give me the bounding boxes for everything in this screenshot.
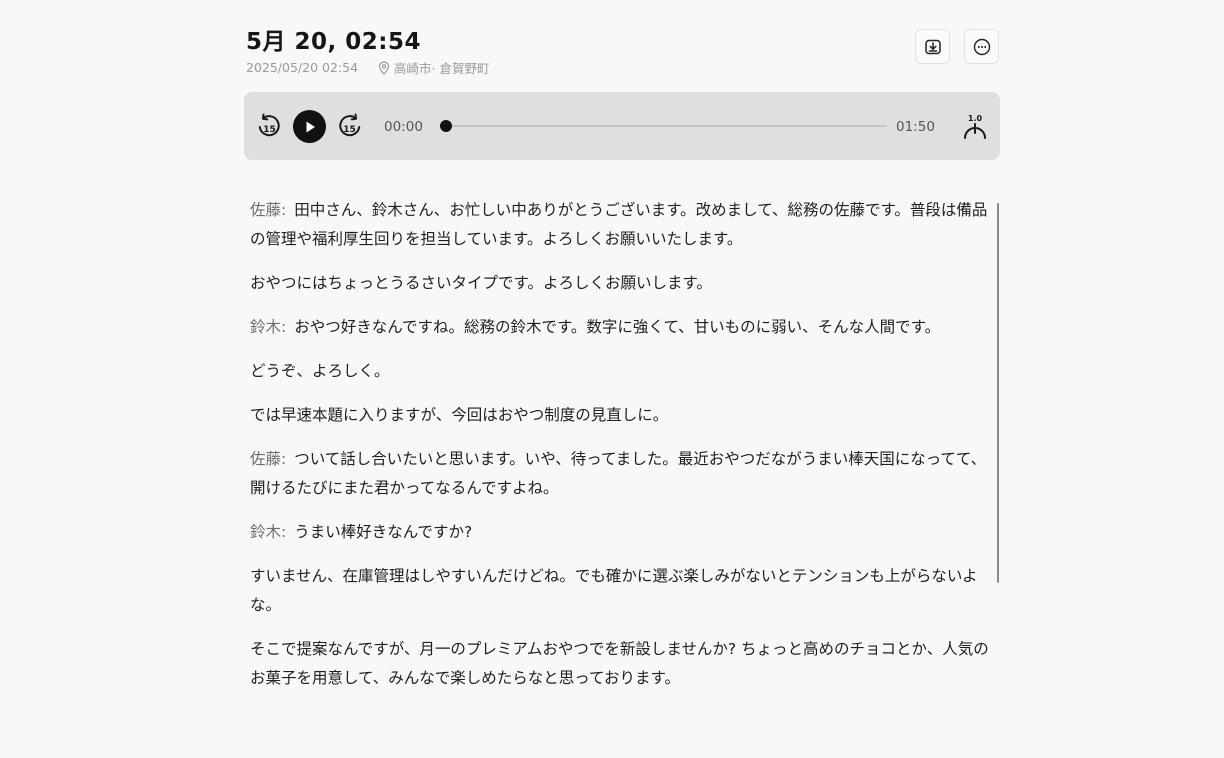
speaker-label[interactable]: 鈴木: [250,318,286,336]
transcript-paragraph: そこで提案なんですが、月一のプレミアムおやつでを新設しませんか? ちょっと高めの… [250,635,990,693]
transcript-paragraph: では早速本題に入りますが、今回はおやつ制度の見直しに。 [250,401,990,430]
paragraph-text: では早速本題に入りますが、今回はおやつ制度の見直しに。 [250,406,669,424]
speaker-label[interactable]: 鈴木: [250,523,286,541]
speaker-label[interactable]: 佐藤: [250,450,286,468]
paragraph-text: どうぞ、よろしく。 [250,362,390,380]
more-horizontal-circle-icon [973,38,990,55]
transcript-scrollbar[interactable] [997,203,999,583]
paragraph-text: そこで提案なんですが、月一のプレミアムおやつでを新設しませんか? ちょっと高めの… [250,640,989,687]
transcript-paragraph: 佐藤: ついて話し合いたいと思います。いや、待ってました。最近おやつだながうまい棒… [250,445,990,503]
bottom-fade-overlay [240,722,1020,758]
paragraph-text: ついて話し合いたいと思います。いや、待ってました。最近おやつだながうまい棒天国に… [250,450,987,497]
paragraph-text: 田中さん、鈴木さん、お忙しい中ありがとうございます。改めまして、総務の佐藤です。… [250,201,988,248]
skip-forward-15-button[interactable]: 15 [336,112,364,140]
download-to-box-icon [924,39,941,54]
playback-speed-button[interactable]: 1.0 [960,112,990,142]
transcript-paragraph: すいません、在庫管理はしやすいんだけどね。でも確かに選ぶ楽しみがないとテンション… [250,562,990,620]
paragraph-text: おやつにはちょっとうるさいタイプです。よろしくお願いします。 [250,274,712,292]
skip-forward-label: 15 [343,125,356,135]
speaker-label[interactable]: 佐藤: [250,201,286,219]
location-text: 高崎市· 倉賀野町 [394,61,490,76]
recording-detail-page: 5月 20, 02:54 2025/05/20 02:54 高崎市· 倉賀野町 [0,0,1224,758]
playback-speed-icon: 1.0 [964,114,986,139]
audio-player: 15 15 00:00 01:50 1.0 [244,92,1000,160]
play-button[interactable] [293,110,326,143]
transcript: 佐藤: 田中さん、鈴木さん、お忙しい中ありがとうございます。改めまして、総務の佐藤… [250,196,990,708]
paragraph-text: おやつ好きなんですね。総務の鈴木です。数字に強くて、甘いものに弱い、そんな人間で… [294,318,941,336]
play-icon [306,121,315,132]
recording-title: 5月 20, 02:54 [246,29,421,55]
transcript-paragraph: どうぞ、よろしく。 [250,357,990,386]
save-button[interactable] [915,29,950,64]
skip-back-label: 15 [263,125,276,135]
paragraph-text: すいません、在庫管理はしやすいんだけどね。でも確かに選ぶ楽しみがないとテンション… [250,567,978,614]
transcript-paragraph: 佐藤: 田中さん、鈴木さん、お忙しい中ありがとうございます。改めまして、総務の佐藤… [250,196,990,254]
skip-back-15-button[interactable]: 15 [255,112,283,140]
rewind-15-icon: 15 [258,113,280,137]
location-pin-icon [378,60,390,75]
transcript-paragraph: おやつにはちょっとうるさいタイプです。よろしくお願いします。 [250,269,990,298]
paragraph-text: うまい棒好きなんですか? [294,523,473,541]
recording-header: 5月 20, 02:54 2025/05/20 02:54 高崎市· 倉賀野町 [246,22,1002,82]
transcript-paragraph: 鈴木: おやつ好きなんですね。総務の鈴木です。数字に強くて、甘いものに弱い、そんな… [250,313,990,342]
transcript-paragraph: 鈴木: うまい棒好きなんですか? [250,518,990,547]
forward-15-icon: 15 [339,113,361,137]
recording-datetime: 2025/05/20 02:54 [246,60,359,75]
progress-thumb[interactable] [440,120,452,132]
speed-label: 1.0 [968,114,983,123]
recording-location: 高崎市· 倉賀野町 [378,58,490,77]
progress-track[interactable] [440,120,887,132]
more-options-button[interactable] [964,29,999,64]
recording-meta: 2025/05/20 02:54 高崎市· 倉賀野町 [246,58,490,77]
current-time: 00:00 [384,119,423,135]
duration: 01:50 [896,119,935,135]
